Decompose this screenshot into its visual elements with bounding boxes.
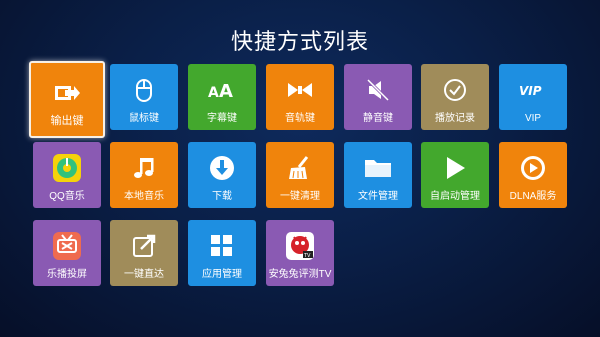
- tile-subtitle[interactable]: AA 字幕键: [188, 64, 256, 130]
- tile-label: 下载: [212, 191, 232, 202]
- tile-file-manager[interactable]: 文件管理: [344, 142, 412, 208]
- music-note-icon: [128, 154, 160, 182]
- mute-icon: [362, 76, 394, 104]
- folder-icon: [362, 154, 394, 182]
- tile-vip[interactable]: VIP VIP: [499, 64, 567, 130]
- subtitle-icon: AA: [206, 76, 238, 104]
- play-icon: [439, 154, 471, 182]
- tile-dlna-service[interactable]: DLNA服务: [499, 142, 567, 208]
- download-icon: [206, 154, 238, 182]
- play-history-icon: [439, 76, 471, 104]
- tile-download[interactable]: 下载: [188, 142, 256, 208]
- svg-text:A: A: [208, 85, 219, 101]
- audio-track-icon: [284, 76, 316, 104]
- tile-label: 安兔兔评测TV: [268, 269, 332, 280]
- shortcut-grid: 输出键 鼠标键 AA 字幕键 音轨键 静音键 播放记录 VIP VIP QQ音乐…: [0, 0, 600, 337]
- tile-label: 字幕键: [207, 113, 237, 124]
- tile-label: 自启动管理: [430, 191, 480, 202]
- antutu-icon: TV: [284, 232, 316, 260]
- tile-label: DLNA服务: [509, 191, 557, 202]
- tile-local-music[interactable]: 本地音乐: [110, 142, 178, 208]
- output-icon: [51, 79, 83, 107]
- tile-one-click-direct[interactable]: 一键直达: [110, 220, 178, 286]
- tile-label: 播放记录: [435, 113, 475, 124]
- tile-label: 音轨键: [285, 113, 315, 124]
- tile-autostart-manager[interactable]: 自启动管理: [421, 142, 489, 208]
- tile-qq-music[interactable]: QQ音乐: [33, 142, 101, 208]
- tile-mouse[interactable]: 鼠标键: [110, 64, 178, 130]
- tile-label: 本地音乐: [124, 191, 164, 202]
- tile-label: 一键清理: [280, 191, 320, 202]
- tile-label: 文件管理: [358, 191, 398, 202]
- tile-play-history[interactable]: 播放记录: [421, 64, 489, 130]
- tile-one-click-clean[interactable]: 一键清理: [266, 142, 334, 208]
- tile-label: 一键直达: [124, 269, 164, 280]
- qq-music-icon: [51, 154, 83, 182]
- app-grid-icon: [206, 232, 238, 260]
- tile-label: 静音键: [363, 113, 393, 124]
- tile-label: 输出键: [50, 115, 84, 127]
- tile-label: QQ音乐: [49, 191, 85, 202]
- broom-icon: [284, 154, 316, 182]
- tile-label: VIP: [524, 113, 542, 124]
- tile-label: 乐播投屏: [47, 269, 87, 280]
- tile-label: 应用管理: [202, 269, 242, 280]
- svg-text:VIP: VIP: [519, 84, 542, 98]
- lebo-cast-icon: [51, 232, 83, 260]
- shortcut-icon: [128, 232, 160, 260]
- svg-text:TV: TV: [303, 253, 311, 259]
- tile-output[interactable]: 输出键: [29, 61, 105, 138]
- tile-lebo-cast[interactable]: 乐播投屏: [33, 220, 101, 286]
- dlna-icon: [517, 154, 549, 182]
- svg-text:A: A: [219, 81, 233, 101]
- tile-audio-track[interactable]: 音轨键: [266, 64, 334, 130]
- vip-icon: VIP: [517, 76, 549, 104]
- tile-label: 鼠标键: [129, 113, 159, 124]
- mouse-icon: [128, 76, 160, 104]
- tile-antutu-tv[interactable]: TV 安兔兔评测TV: [266, 220, 334, 286]
- tile-app-manager[interactable]: 应用管理: [188, 220, 256, 286]
- tile-mute[interactable]: 静音键: [344, 64, 412, 130]
